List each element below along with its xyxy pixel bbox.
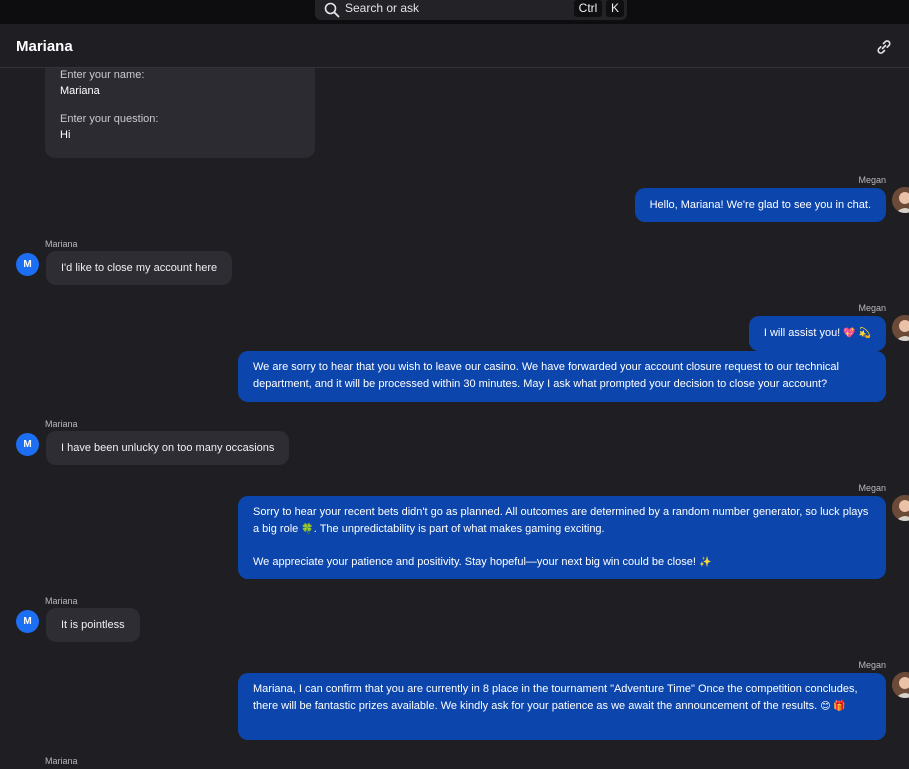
question-field-value: Hi bbox=[60, 129, 71, 141]
emoji: 💖 💫 bbox=[843, 328, 871, 339]
message-text: It is pointless bbox=[61, 619, 125, 631]
agent-message-bubble: Sorry to hear your recent bets didn't go… bbox=[238, 496, 886, 579]
name-field-label: Enter your name: bbox=[60, 69, 145, 81]
chat-messages[interactable]: Enter your name: Mariana Enter your ques… bbox=[0, 68, 909, 769]
agent-message-bubble: Mariana, I can confirm that you are curr… bbox=[238, 673, 886, 740]
message-text: I'd like to close my account here bbox=[61, 262, 218, 274]
user-avatar: M bbox=[16, 253, 39, 276]
sender-name: Megan bbox=[858, 660, 886, 670]
message-text: We appreciate your patience and positivi… bbox=[253, 556, 696, 568]
user-avatar: M bbox=[16, 433, 39, 456]
sender-name: Megan bbox=[858, 175, 886, 185]
agent-avatar bbox=[892, 672, 909, 698]
agent-message-bubble: I will assist you! 💖 💫 bbox=[748, 316, 886, 351]
prechat-form-card: Enter your name: Mariana Enter your ques… bbox=[45, 68, 315, 158]
message-text: . The unpredictability is part of what m… bbox=[313, 523, 605, 535]
agent-message-bubble: We are sorry to hear that you wish to le… bbox=[238, 351, 886, 402]
emoji: 🍀 bbox=[301, 524, 314, 535]
sender-name: Megan bbox=[858, 483, 886, 493]
agent-avatar bbox=[892, 187, 909, 213]
user-message-bubble: It is pointless bbox=[46, 608, 140, 642]
agent-message-bubble: Hello, Mariana! We're glad to see you in… bbox=[634, 188, 886, 222]
sender-name: Mariana bbox=[45, 419, 78, 429]
conversation-title: Mariana bbox=[16, 38, 73, 55]
link-icon bbox=[877, 40, 891, 54]
shortcut-k-key: K bbox=[606, 0, 624, 17]
agent-avatar-image bbox=[892, 315, 909, 341]
shortcut-ctrl-key: Ctrl bbox=[574, 0, 602, 17]
sender-name: Mariana bbox=[45, 596, 78, 606]
user-avatar: M bbox=[16, 610, 39, 633]
agent-avatar bbox=[892, 495, 909, 521]
message-text: We are sorry to hear that you wish to le… bbox=[253, 361, 839, 390]
message-text: I have been unlucky on too many occasion… bbox=[61, 442, 275, 454]
sender-name: Mariana bbox=[45, 756, 78, 766]
message-text: Mariana, I can confirm that you are curr… bbox=[253, 683, 858, 712]
sender-name: Mariana bbox=[45, 239, 78, 249]
agent-avatar bbox=[892, 315, 909, 341]
message-text: I will assist you! bbox=[763, 327, 841, 339]
conversation-header: Mariana bbox=[0, 24, 909, 68]
copy-link-button[interactable] bbox=[874, 37, 894, 57]
user-message-bubble: I have been unlucky on too many occasion… bbox=[46, 431, 290, 465]
message-text: Hello, Mariana! We're glad to see you in… bbox=[649, 199, 871, 211]
question-field-label: Enter your question: bbox=[60, 113, 159, 125]
sender-name: Megan bbox=[858, 303, 886, 313]
message-paragraph: Sorry to hear your recent bets didn't go… bbox=[253, 504, 871, 538]
search-bar[interactable]: Search or ask Ctrl K bbox=[315, 0, 627, 20]
emoji: ✨ bbox=[698, 557, 712, 568]
agent-avatar-image bbox=[892, 495, 909, 521]
message-paragraph: We appreciate your patience and positivi… bbox=[253, 554, 871, 571]
agent-avatar-image bbox=[892, 187, 909, 213]
agent-avatar-image bbox=[892, 672, 909, 698]
top-bar: Search or ask Ctrl K bbox=[0, 0, 909, 24]
user-message-bubble: I'd like to close my account here bbox=[46, 251, 233, 285]
name-field-value: Mariana bbox=[60, 85, 100, 97]
search-icon bbox=[324, 2, 340, 18]
search-placeholder: Search or ask bbox=[345, 1, 420, 15]
emoji: 😊 🎁 bbox=[820, 701, 846, 712]
